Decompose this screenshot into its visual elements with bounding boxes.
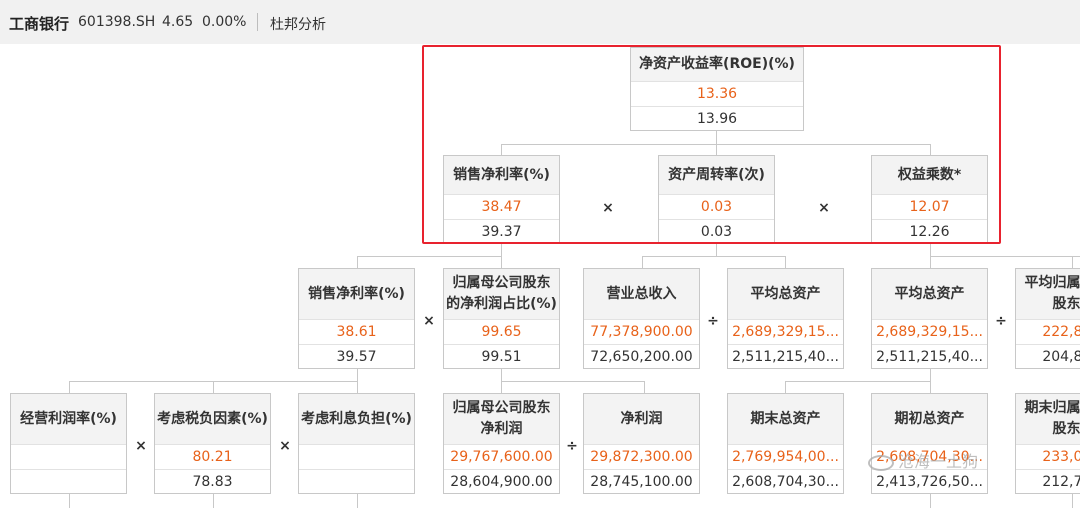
connector xyxy=(501,381,645,382)
parent-net-profit-previous-value: 28,604,900.00 xyxy=(450,474,553,490)
operating-margin-current-value xyxy=(11,445,126,470)
connector xyxy=(213,493,214,508)
ending-parent-equity-title: 期末归属母公司股东的 xyxy=(1016,394,1080,445)
net-margin-detail-current-value: 38.61 xyxy=(299,320,414,345)
net-profit-current-value: 29,872,300.00 xyxy=(584,445,699,470)
divide-operator: ÷ xyxy=(566,438,578,454)
wechat-icon xyxy=(868,454,894,471)
operating-margin-title: 经营利润率(%) xyxy=(11,394,126,445)
interest-burden-previous-value xyxy=(299,470,414,493)
connector xyxy=(501,368,502,381)
avg-total-assets-box-2[interactable]: 平均总资产 2,689,329,15... 2,511,215,40... xyxy=(871,268,988,369)
interest-burden-box[interactable]: 考虑利息负担(%) xyxy=(298,393,415,494)
avg-parent-equity-box[interactable]: 平均归属母公司股东的 222,874, 204,862, xyxy=(1015,268,1080,369)
interest-burden-current-value xyxy=(299,445,414,470)
avg-total-assets-current-value: 2,689,329,15... xyxy=(728,320,843,345)
watermark-text: 沧海一土狗 xyxy=(898,452,979,471)
multiply-operator: × xyxy=(423,313,435,329)
connector xyxy=(1072,493,1073,508)
beginning-total-assets-previous-value: 2,413,726,50... xyxy=(876,474,983,490)
avg-parent-equity-title: 平均归属母公司股东的 xyxy=(1016,269,1080,320)
beginning-total-assets-title: 期初总资产 xyxy=(872,394,987,445)
stock-code: 601398.SH xyxy=(78,14,156,30)
net-profit-box[interactable]: 净利润 29,872,300.00 28,745,100.00 xyxy=(583,393,700,494)
total-revenue-current-value: 77,378,900.00 xyxy=(584,320,699,345)
connector xyxy=(69,493,70,508)
net-profit-title: 净利润 xyxy=(584,394,699,445)
ending-parent-equity-box[interactable]: 期末归属母公司股东的 233,000, 212,749, xyxy=(1015,393,1080,494)
multiply-operator: × xyxy=(135,438,147,454)
watermark: 沧海一土狗 xyxy=(868,448,978,472)
parent-net-profit-title: 归属母公司股东净利润 xyxy=(444,394,559,445)
avg-total-assets-2-previous-value: 2,511,215,40... xyxy=(876,349,983,365)
connector xyxy=(642,256,785,257)
net-margin-detail-previous-value: 39.57 xyxy=(336,349,377,365)
connector xyxy=(785,381,931,382)
stock-price: 4.65 xyxy=(162,14,194,30)
connector xyxy=(357,368,358,381)
operating-margin-box[interactable]: 经营利润率(%) xyxy=(10,393,127,494)
multiply-operator: × xyxy=(279,438,291,454)
ending-total-assets-title: 期末总资产 xyxy=(728,394,843,445)
net-margin-detail-box[interactable]: 销售净利率(%) 38.61 39.57 xyxy=(298,268,415,369)
connector xyxy=(716,243,717,256)
ending-total-assets-box[interactable]: 期末总资产 2,769,954,00... 2,608,704,30... xyxy=(727,393,844,494)
ending-total-assets-previous-value: 2,608,704,30... xyxy=(732,474,839,490)
tax-burden-title: 考虑税负因素(%) xyxy=(155,394,270,445)
tax-burden-current-value: 80.21 xyxy=(155,445,270,470)
connector xyxy=(357,493,358,508)
connector xyxy=(501,243,502,256)
avg-total-assets-2-current-value: 2,689,329,15... xyxy=(872,320,987,345)
total-revenue-previous-value: 72,650,200.00 xyxy=(590,349,693,365)
net-profit-previous-value: 28,745,100.00 xyxy=(590,474,693,490)
parent-profit-ratio-title: 归属母公司股东的净利润占比(%) xyxy=(444,269,559,320)
avg-parent-equity-current-value: 222,874, xyxy=(1016,320,1080,345)
connector xyxy=(930,368,931,381)
avg-total-assets-previous-value: 2,511,215,40... xyxy=(732,349,839,365)
avg-total-assets-box[interactable]: 平均总资产 2,689,329,15... 2,511,215,40... xyxy=(727,268,844,369)
price-change: 0.00% xyxy=(202,14,247,30)
avg-total-assets-2-title: 平均总资产 xyxy=(872,269,987,320)
ending-total-assets-current-value: 2,769,954,00... xyxy=(728,445,843,470)
avg-parent-equity-previous-value: 204,862, xyxy=(1042,349,1080,365)
divide-operator: ÷ xyxy=(995,313,1007,329)
beginning-total-assets-box[interactable]: 期初总资产 2,608,704,30... 2,413,726,50... xyxy=(871,393,988,494)
parent-net-profit-box[interactable]: 归属母公司股东净利润 29,767,600.00 28,604,900.00 xyxy=(443,393,560,494)
tab-dupont-analysis[interactable]: 杜邦分析 xyxy=(270,14,326,34)
connector xyxy=(930,493,931,508)
connector xyxy=(930,243,931,256)
highlight-frame xyxy=(422,45,1001,244)
parent-profit-ratio-box[interactable]: 归属母公司股东的净利润占比(%) 99.65 99.51 xyxy=(443,268,560,369)
parent-profit-ratio-previous-value: 99.51 xyxy=(481,349,522,365)
parent-net-profit-current-value: 29,767,600.00 xyxy=(444,445,559,470)
interest-burden-title: 考虑利息负担(%) xyxy=(299,394,414,445)
header-bar: 工商银行 601398.SH 4.65 0.00% 杜邦分析 xyxy=(0,0,1080,44)
divide-operator: ÷ xyxy=(707,313,719,329)
total-revenue-box[interactable]: 营业总收入 77,378,900.00 72,650,200.00 xyxy=(583,268,700,369)
connector xyxy=(930,256,1080,257)
operating-margin-previous-value xyxy=(11,470,126,493)
net-margin-detail-title: 销售净利率(%) xyxy=(299,269,414,320)
ending-parent-equity-previous-value: 212,749, xyxy=(1042,474,1080,490)
parent-profit-ratio-current-value: 99.65 xyxy=(444,320,559,345)
header-divider xyxy=(257,13,258,31)
total-revenue-title: 营业总收入 xyxy=(584,269,699,320)
tax-burden-previous-value: 78.83 xyxy=(192,474,233,490)
ending-parent-equity-current-value: 233,000, xyxy=(1016,445,1080,470)
connector xyxy=(357,256,501,257)
avg-total-assets-title: 平均总资产 xyxy=(728,269,843,320)
company-name[interactable]: 工商银行 xyxy=(9,13,69,34)
tax-burden-box[interactable]: 考虑税负因素(%) 80.21 78.83 xyxy=(154,393,271,494)
